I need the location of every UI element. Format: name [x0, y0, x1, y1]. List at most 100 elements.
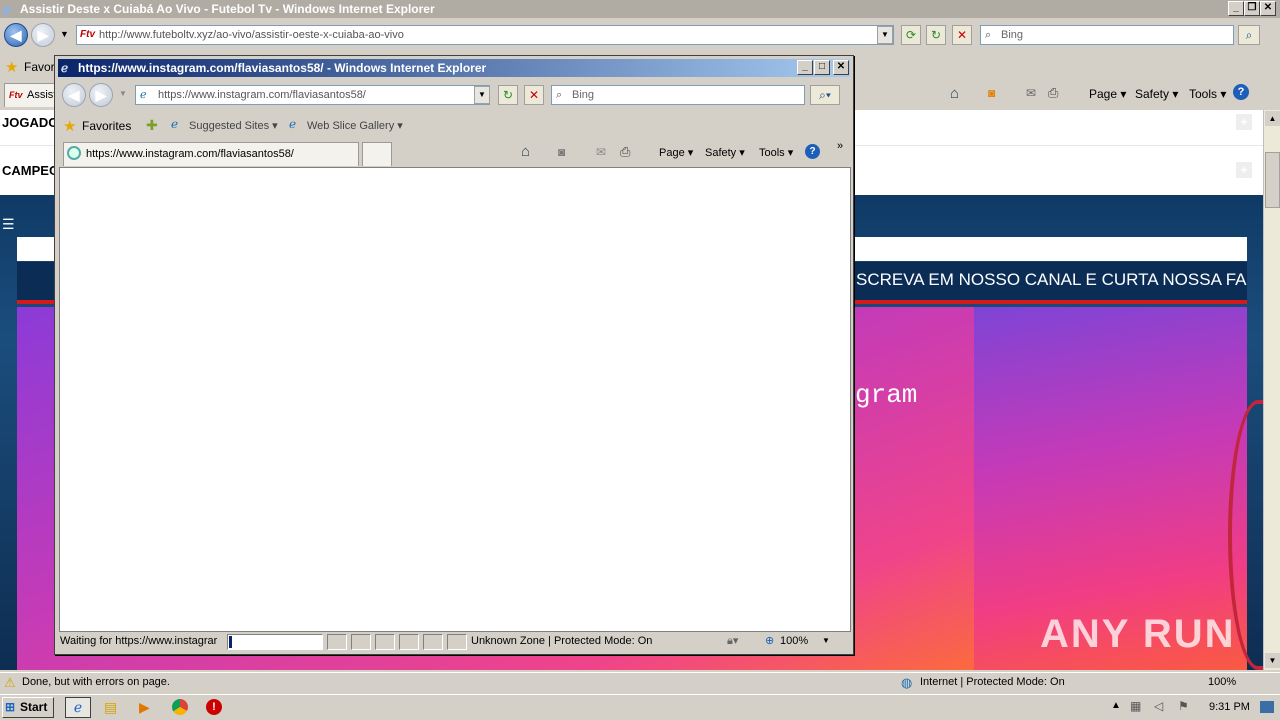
- anyrun-watermark: ANY RUN: [1040, 612, 1236, 656]
- popup-help-icon[interactable]: ?: [805, 144, 820, 159]
- popup-minimize-button[interactable]: _: [797, 60, 813, 75]
- taskbar-chrome-icon[interactable]: [172, 699, 188, 715]
- scroll-thumb[interactable]: [1265, 152, 1280, 208]
- refresh-button[interactable]: ↻: [926, 25, 946, 45]
- popup-history-dropdown-icon[interactable]: ▼: [119, 89, 127, 98]
- main-status-text: Done, but with errors on page.: [22, 676, 170, 688]
- popup-page-icon: ℯ: [140, 89, 147, 101]
- taskbar-stop-app-icon[interactable]: !: [206, 699, 222, 715]
- popup-zoom-dropdown-icon[interactable]: ▼: [822, 632, 830, 650]
- popup-tab[interactable]: https://www.instagram.com/flaviasantos58…: [63, 142, 359, 166]
- popup-tools-menu[interactable]: Tools ▾: [759, 144, 793, 162]
- popup-zoom-level[interactable]: 100%: [780, 632, 808, 650]
- windows-logo-icon: ⊞: [5, 700, 16, 714]
- back-button[interactable]: ◀: [4, 23, 28, 47]
- popup-tab-loading-icon: [67, 146, 81, 160]
- site-menu-item-jogados[interactable]: JOGADO: [2, 115, 58, 130]
- favorites-star-icon[interactable]: ★: [5, 58, 18, 76]
- scroll-up-arrow-icon[interactable]: ▲: [1265, 111, 1280, 126]
- popup-address-dropdown-button[interactable]: ▼: [474, 86, 490, 104]
- print-icon[interactable]: ⎙: [1048, 85, 1058, 101]
- popup-forward-button[interactable]: ▶: [89, 83, 113, 107]
- main-status-bar: ⚠ Done, but with errors on page. ◍ Inter…: [0, 672, 1280, 694]
- add-favorites-icon[interactable]: ✚: [146, 117, 158, 134]
- status-segment: [399, 634, 419, 650]
- popup-close-button[interactable]: ✕: [833, 60, 849, 75]
- popup-home-icon[interactable]: ⌂: [521, 143, 530, 160]
- main-zoom-level[interactable]: 100%: [1208, 676, 1236, 688]
- popup-protected-lock-icon[interactable]: 🔒︎▾: [727, 632, 738, 650]
- popup-feeds-icon[interactable]: ◙: [558, 145, 565, 159]
- popup-progress-bar: [227, 634, 323, 650]
- taskbar-ie-icon[interactable]: ℯ: [65, 697, 91, 718]
- popup-stop-button[interactable]: ✕: [524, 85, 544, 105]
- popup-mail-icon[interactable]: ✉: [596, 145, 606, 159]
- tray-arrow-icon[interactable]: ▲: [1111, 700, 1121, 711]
- favorites-button[interactable]: Favori: [24, 58, 57, 76]
- help-icon[interactable]: ?: [1233, 84, 1249, 100]
- main-zone-text: Internet | Protected Mode: On: [920, 676, 1065, 688]
- popup-window-title: https://www.instagram.com/flaviasantos58…: [78, 61, 487, 75]
- forward-button[interactable]: ▶: [31, 23, 55, 47]
- stop-button[interactable]: ✕: [952, 25, 972, 45]
- main-tab[interactable]: Ftv Assist: [4, 83, 56, 107]
- expand-plus-icon[interactable]: +: [1236, 114, 1252, 130]
- popup-search-input[interactable]: ⌕ Bing: [551, 85, 805, 105]
- main-address-bar[interactable]: Ftv http://www.futeboltv.xyz/ao-vivo/ass…: [76, 25, 894, 45]
- feeds-icon[interactable]: ◙: [988, 86, 995, 100]
- popup-search-go-button[interactable]: ⌕▾: [810, 85, 840, 105]
- popup-page-menu[interactable]: Page ▾: [659, 144, 693, 162]
- status-segment: [351, 634, 371, 650]
- ie-logo-icon: ℯ: [3, 2, 11, 17]
- safety-menu[interactable]: Safety ▾: [1135, 85, 1178, 103]
- main-minimize-button[interactable]: _: [1228, 1, 1244, 16]
- mail-icon[interactable]: ✉: [1026, 86, 1036, 100]
- main-restore-button[interactable]: ❐: [1244, 1, 1260, 16]
- site-menu-item-campeonatos[interactable]: CAMPEO: [2, 163, 59, 178]
- history-dropdown-icon[interactable]: ▼: [60, 29, 69, 39]
- popup-new-tab-button[interactable]: [362, 142, 392, 166]
- popup-maximize-button[interactable]: □: [814, 60, 830, 75]
- popup-favorites-star-icon[interactable]: ★: [63, 117, 76, 135]
- status-segment: [327, 634, 347, 650]
- suggested-sites-button[interactable]: Suggested Sites ▾: [189, 117, 278, 135]
- show-desktop-icon[interactable]: [1260, 701, 1274, 713]
- popup-back-button[interactable]: ◀: [62, 83, 86, 107]
- site-favicon-icon: Ftv: [80, 29, 95, 40]
- warning-icon[interactable]: ⚠: [4, 675, 16, 691]
- hamburger-menu-icon[interactable]: ☰: [2, 216, 15, 233]
- main-search-input[interactable]: ⌕ Bing: [980, 25, 1234, 45]
- taskbar-media-player-icon[interactable]: ▶: [139, 699, 150, 716]
- scroll-down-arrow-icon[interactable]: ▼: [1265, 653, 1280, 668]
- popup-favorites-button[interactable]: Favorites: [82, 117, 131, 135]
- web-slice-gallery-button[interactable]: Web Slice Gallery ▾: [307, 117, 403, 135]
- page-menu[interactable]: Page ▾: [1089, 85, 1126, 103]
- tools-menu[interactable]: Tools ▾: [1189, 85, 1226, 103]
- popup-address-bar[interactable]: ℯ https://www.instagram.com/flaviasantos…: [135, 85, 490, 105]
- tray-network-icon[interactable]: ▦: [1130, 699, 1141, 713]
- search-go-button[interactable]: ⌕: [1238, 25, 1260, 45]
- start-button[interactable]: ⊞ Start: [2, 697, 54, 718]
- taskbar-explorer-icon[interactable]: ▤: [104, 699, 117, 716]
- instagram-promo-text: gram: [855, 380, 918, 410]
- popup-title-bar: ℯ https://www.instagram.com/flaviasantos…: [58, 59, 850, 77]
- compat-view-button[interactable]: ⟳: [901, 25, 921, 45]
- main-close-button[interactable]: ✕: [1260, 1, 1276, 16]
- search-icon: ⌕: [985, 29, 992, 41]
- address-dropdown-button[interactable]: ▼: [877, 26, 893, 44]
- status-segment: [447, 634, 467, 650]
- status-segment: [375, 634, 395, 650]
- popup-safety-menu[interactable]: Safety ▾: [705, 144, 745, 162]
- popup-status-bar: Waiting for https://www.instagrar Unknow…: [57, 632, 851, 652]
- popup-chevron-icon[interactable]: »: [837, 140, 843, 152]
- main-window-title: Assistir Deste x Cuiabá Ao Vivo - Futebo…: [20, 2, 435, 16]
- tray-flag-icon[interactable]: ⚑: [1178, 699, 1189, 713]
- popup-print-icon[interactable]: ⎙: [620, 144, 630, 160]
- tray-volume-icon[interactable]: ◁: [1154, 699, 1163, 713]
- popup-refresh-button[interactable]: ↻: [498, 85, 518, 105]
- expand-plus-icon-2[interactable]: +: [1236, 162, 1252, 178]
- page-vertical-scrollbar[interactable]: ▲ ▼: [1263, 110, 1280, 670]
- popup-status-text: Waiting for https://www.instagrar: [60, 635, 218, 647]
- status-segment: [423, 634, 443, 650]
- home-icon[interactable]: ⌂: [950, 85, 959, 102]
